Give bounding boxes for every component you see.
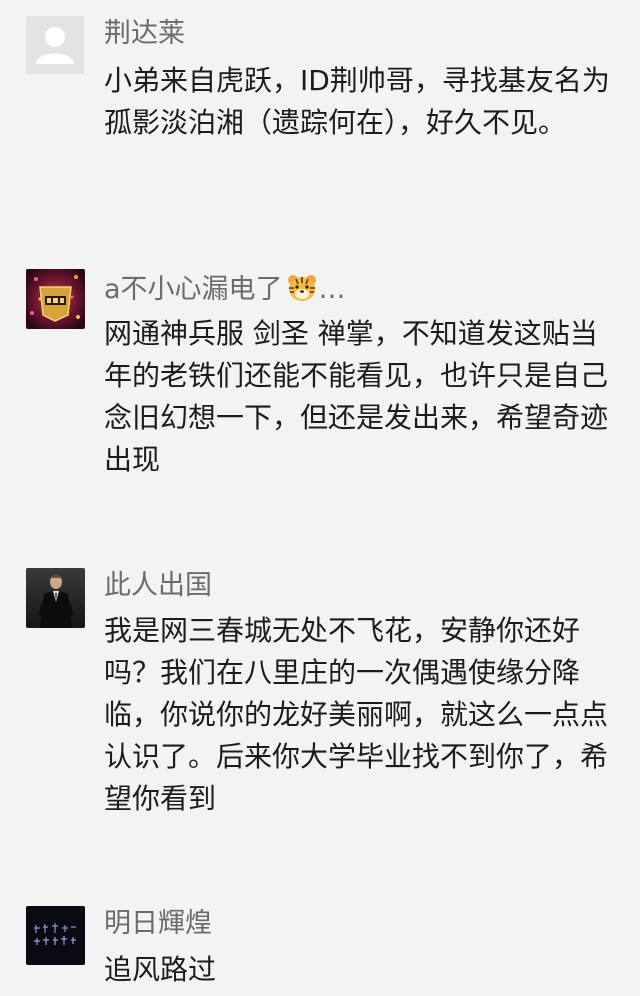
dark-calligraphy-avatar[interactable]: [26, 906, 85, 965]
author-ellipsis: …: [318, 274, 346, 305]
comment-item: a不小心漏电了 … 网通神兵服 剑圣 禅掌，不知道发这贴当年的老铁们还能不能看见…: [0, 250, 640, 560]
tiger-emoji-icon: [287, 275, 316, 301]
comment-item: 此人出国 我是网三春城无处不飞花，安静你还好吗？我们在八里庄的一次偶遇使缘分降临…: [0, 560, 640, 905]
man-in-suit-avatar[interactable]: [26, 568, 85, 628]
comment-author[interactable]: a不小心漏电了 …: [104, 272, 346, 308]
game-logo-avatar[interactable]: [26, 269, 85, 329]
comment-author[interactable]: 此人出国: [104, 568, 212, 604]
comment-item: 荆达莱 小弟来自虎跃，ID荆帅哥，寻找基友名为孤影淡泊湘（遗踪何在），好久不见。: [0, 0, 640, 250]
comment-text: 小弟来自虎跃，ID荆帅哥，寻找基友名为孤影淡泊湘（遗踪何在），好久不见。: [104, 64, 610, 139]
comment-item: 明日輝煌 追风路过: [0, 895, 640, 996]
default-avatar-icon[interactable]: [26, 16, 84, 74]
comment-text: 我是网三春城无处不飞花，安静你还好吗？我们在八里庄的一次偶遇使缘分降临，你说你的…: [104, 614, 609, 815]
comment-text: 网通神兵服 剑圣 禅掌，不知道发这贴当年的老铁们还能不能看见，也许只是自己念旧幻…: [104, 317, 609, 476]
comment-text: 追风路过: [104, 953, 217, 986]
comment-list: 荆达莱 小弟来自虎跃，ID荆帅哥，寻找基友名为孤影淡泊湘（遗踪何在），好久不见。: [0, 0, 640, 996]
author-name: a不小心漏电了: [104, 274, 283, 305]
comment-author[interactable]: 荆达莱: [104, 16, 185, 52]
comment-author[interactable]: 明日輝煌: [104, 906, 212, 942]
